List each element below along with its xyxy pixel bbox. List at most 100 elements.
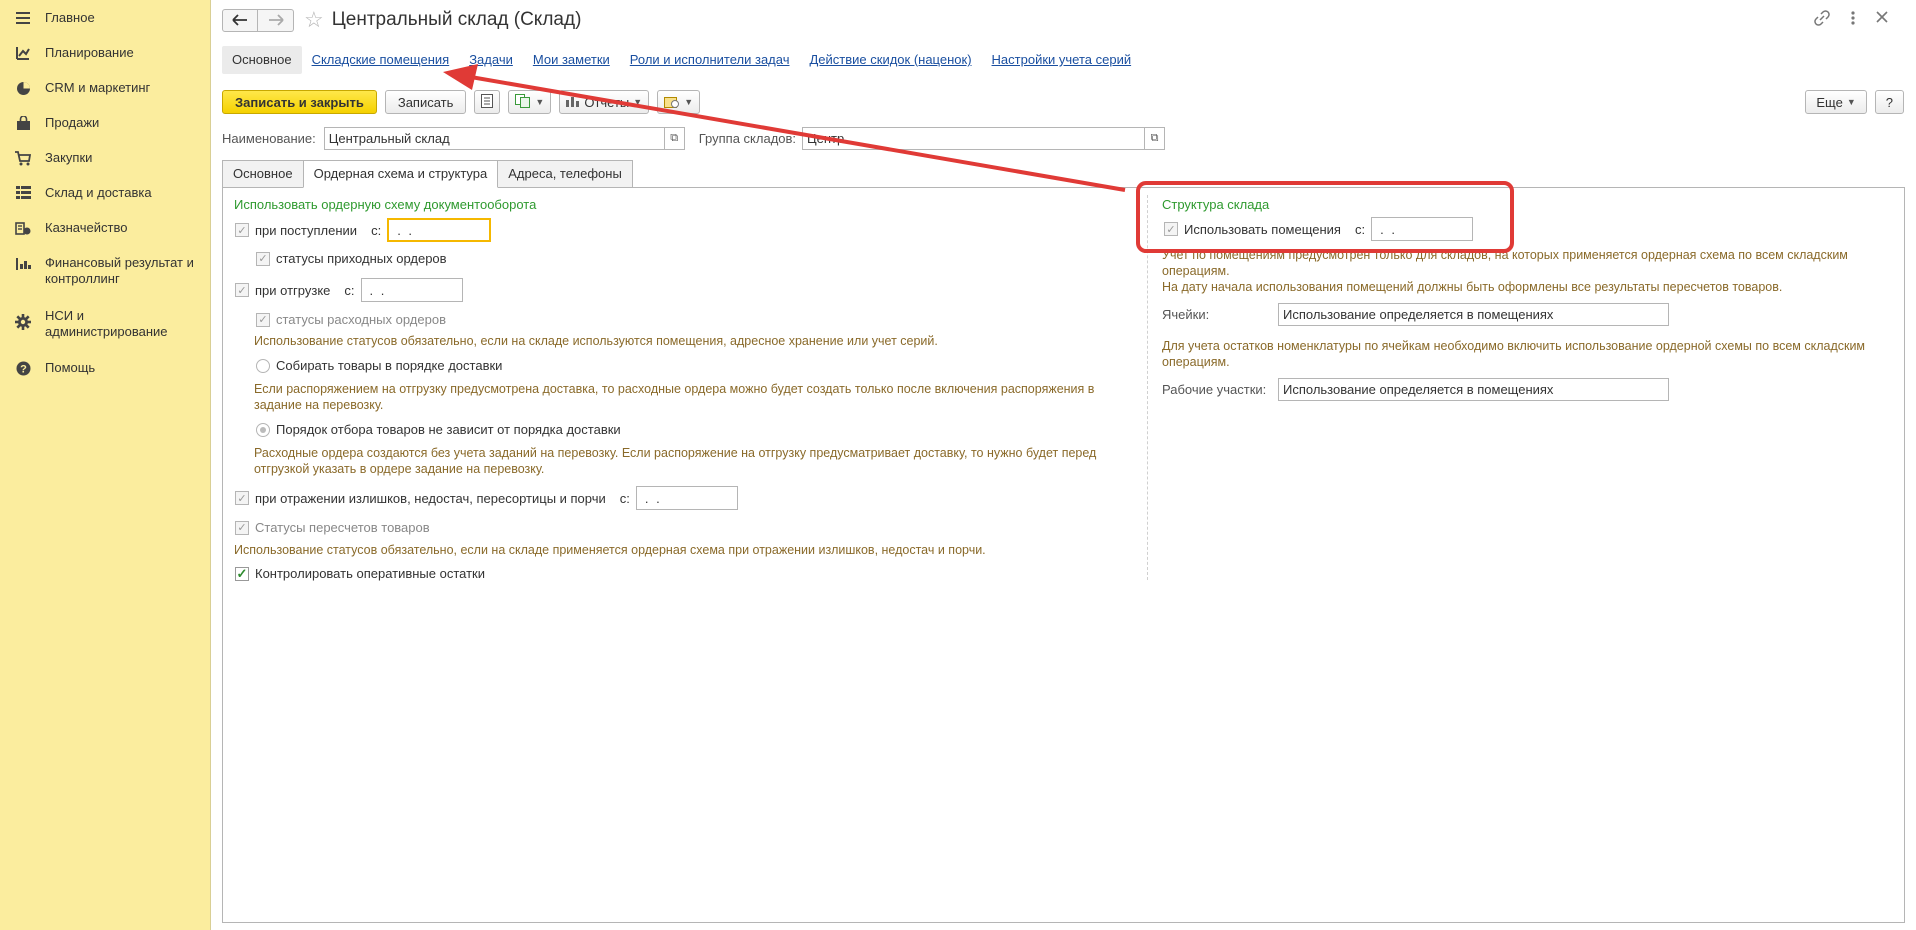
tab-tasks[interactable]: Задачи [459, 46, 523, 74]
sidebar-item-label: CRM и маркетинг [45, 80, 151, 95]
sidebar-item-treasury[interactable]: Казначейство [0, 219, 210, 237]
receipt-date-input[interactable]: . . [387, 218, 492, 242]
toolbar: Записать и закрыть Записать ▼ Отчеты ▼ ▼ [222, 90, 701, 114]
receipt-statuses-label: статусы приходных ордеров [276, 251, 447, 266]
form-nav-tabs: Основное Складские помещения Задачи Мои … [222, 46, 1141, 74]
reports-button[interactable]: Отчеты ▼ [559, 90, 650, 114]
bar-chart-icon [14, 254, 32, 272]
from-label: с: [1354, 221, 1366, 237]
on-receipt-row: ✓ при поступлении с: . . [235, 217, 492, 243]
back-button[interactable] [222, 8, 258, 32]
name-field[interactable]: Центральный склад ⧉ [323, 127, 685, 150]
menu-icon [14, 9, 32, 27]
on-surplus-checkbox[interactable]: ✓ [235, 491, 249, 505]
from-label: с: [344, 282, 355, 298]
on-surplus-label: при отражении излишков, недостач, пересо… [255, 490, 606, 506]
rooms-note: Учет по помещениям предусмотрен только д… [1162, 248, 1848, 294]
favorite-star-icon[interactable]: ☆ [304, 9, 324, 31]
tab-roles[interactable]: Роли и исполнители задач [620, 46, 800, 74]
sidebar-item-admin[interactable]: НСИ и администрирование [0, 307, 210, 340]
open-icon[interactable]: ⧉ [1144, 128, 1164, 149]
sidebar-item-finance[interactable]: Финансовый результат и контроллинг [0, 254, 210, 287]
forward-button[interactable] [258, 8, 294, 32]
link-icon[interactable] [1814, 10, 1830, 29]
close-icon[interactable] [1876, 10, 1888, 29]
more-label: Еще [1816, 94, 1843, 110]
more-vertical-icon[interactable] [1850, 10, 1856, 29]
post-document-button[interactable] [474, 90, 501, 114]
rooms-date-input[interactable]: . . [1371, 217, 1474, 241]
pie-chart-icon [14, 79, 32, 97]
radio-delivery-order-label: Собирать товары в порядке доставки [276, 358, 503, 373]
sidebar-item-help[interactable]: ? Помощь [0, 359, 210, 377]
control-stock-checkbox[interactable]: ✓ [235, 566, 249, 581]
independent-order-radio[interactable] [256, 422, 270, 437]
work-areas-field[interactable]: Использование определяется в помещениях [1278, 378, 1669, 401]
structure-section-title: Структура склада [1162, 197, 1270, 212]
tab-discounts[interactable]: Действие скидок (наценок) [800, 46, 982, 74]
sidebar-item-planning[interactable]: Планирование [0, 44, 210, 62]
sidebar-item-crm[interactable]: CRM и маркетинг [0, 79, 210, 97]
planning-icon [14, 44, 32, 62]
chevron-down-icon: ▼ [1846, 97, 1856, 107]
cells-row: Ячейки: Использование определяется в пом… [1162, 303, 1669, 326]
sidebar-item-purchases[interactable]: Закупки [0, 149, 210, 167]
sidebar-item-label: Планирование [45, 45, 134, 60]
control-stock-row: ✓ Контролировать оперативные остатки [235, 566, 485, 581]
use-rooms-label: Использовать помещения [1184, 221, 1341, 237]
cells-note: Для учета остатков номенклатуры по ячейк… [1162, 339, 1866, 369]
sidebar-item-label: Казначейство [45, 220, 128, 235]
tab-inner-main[interactable]: Основное [222, 160, 304, 188]
on-receipt-checkbox[interactable]: ✓ [235, 223, 249, 237]
group-field[interactable]: Центр ⧉ [802, 127, 1166, 150]
recount-statuses-checkbox[interactable]: ✓ [235, 520, 249, 535]
shipment-statuses-checkbox[interactable]: ✓ [256, 312, 270, 327]
radio-dot [260, 426, 266, 433]
on-shipment-label: при отгрузке [255, 282, 331, 298]
save-and-close-button[interactable]: Записать и закрыть [222, 90, 377, 114]
shipment-date-input[interactable]: . . [360, 278, 463, 302]
save-button[interactable]: Записать [384, 90, 467, 114]
surplus-date-input[interactable]: . . [635, 486, 738, 510]
order-scheme-section-title: Использовать ордерную схему документообо… [234, 197, 537, 212]
use-rooms-checkbox[interactable]: ✓ [1164, 222, 1178, 236]
more-button[interactable]: Еще ▼ [1805, 90, 1867, 114]
tab-storage-rooms[interactable]: Складские помещения [302, 46, 460, 74]
receipt-statuses-checkbox[interactable]: ✓ [256, 251, 270, 266]
tab-my-notes[interactable]: Мои заметки [523, 46, 620, 74]
reports-label: Отчеты [584, 94, 630, 110]
delivery-order-radio[interactable] [256, 358, 270, 373]
tab-main[interactable]: Основное [222, 46, 302, 74]
work-areas-label: Рабочие участки: [1162, 382, 1267, 397]
recount-statuses-row: ✓ Статусы пересчетов товаров [235, 520, 430, 535]
cells-value: Использование определяется в помещениях [1283, 307, 1554, 322]
help-button[interactable]: ? [1874, 90, 1904, 114]
print-button[interactable]: ▼ [657, 90, 701, 114]
tab-addresses[interactable]: Адреса, телефоны [497, 160, 633, 188]
cells-field[interactable]: Использование определяется в помещениях [1278, 303, 1669, 326]
radio-independent-label: Порядок отбора товаров не зависит от пор… [276, 422, 621, 437]
tab-order-scheme[interactable]: Ордерная схема и структура [302, 160, 499, 188]
grid-icon [14, 184, 32, 202]
column-divider [1147, 195, 1148, 580]
on-shipment-checkbox[interactable]: ✓ [235, 283, 249, 297]
open-icon[interactable]: ⧉ [663, 128, 684, 149]
inner-tabs: Основное Ордерная схема и структура Адре… [222, 160, 633, 188]
sidebar-item-label: Финансовый результат и контроллинг [45, 255, 194, 286]
radio-independent-row: Порядок отбора товаров не зависит от пор… [256, 422, 621, 437]
shipment-statuses-row: ✓ статусы расходных ордеров [256, 312, 446, 327]
sidebar-item-sales[interactable]: Продажи [0, 114, 210, 132]
sidebar-item-warehouse[interactable]: Склад и доставка [0, 184, 210, 202]
tab-series-settings[interactable]: Настройки учета серий [982, 46, 1142, 74]
on-shipment-row: ✓ при отгрузке с: . . [235, 277, 463, 303]
treasury-icon [14, 219, 32, 237]
bag-icon [14, 114, 32, 132]
radio-delivery-order-note: Если распоряжением на отгрузку предусмот… [254, 382, 1095, 412]
create-based-on-button[interactable]: ▼ [508, 90, 552, 114]
sidebar-item-main[interactable]: Главное [0, 9, 210, 27]
radio-independent-note: Расходные ордера создаются без учета зад… [254, 446, 1097, 476]
create-based-icon [515, 93, 531, 111]
cart-icon [14, 149, 32, 167]
on-receipt-label: при поступлении [255, 222, 358, 238]
work-areas-value: Использование определяется в помещениях [1283, 382, 1554, 397]
